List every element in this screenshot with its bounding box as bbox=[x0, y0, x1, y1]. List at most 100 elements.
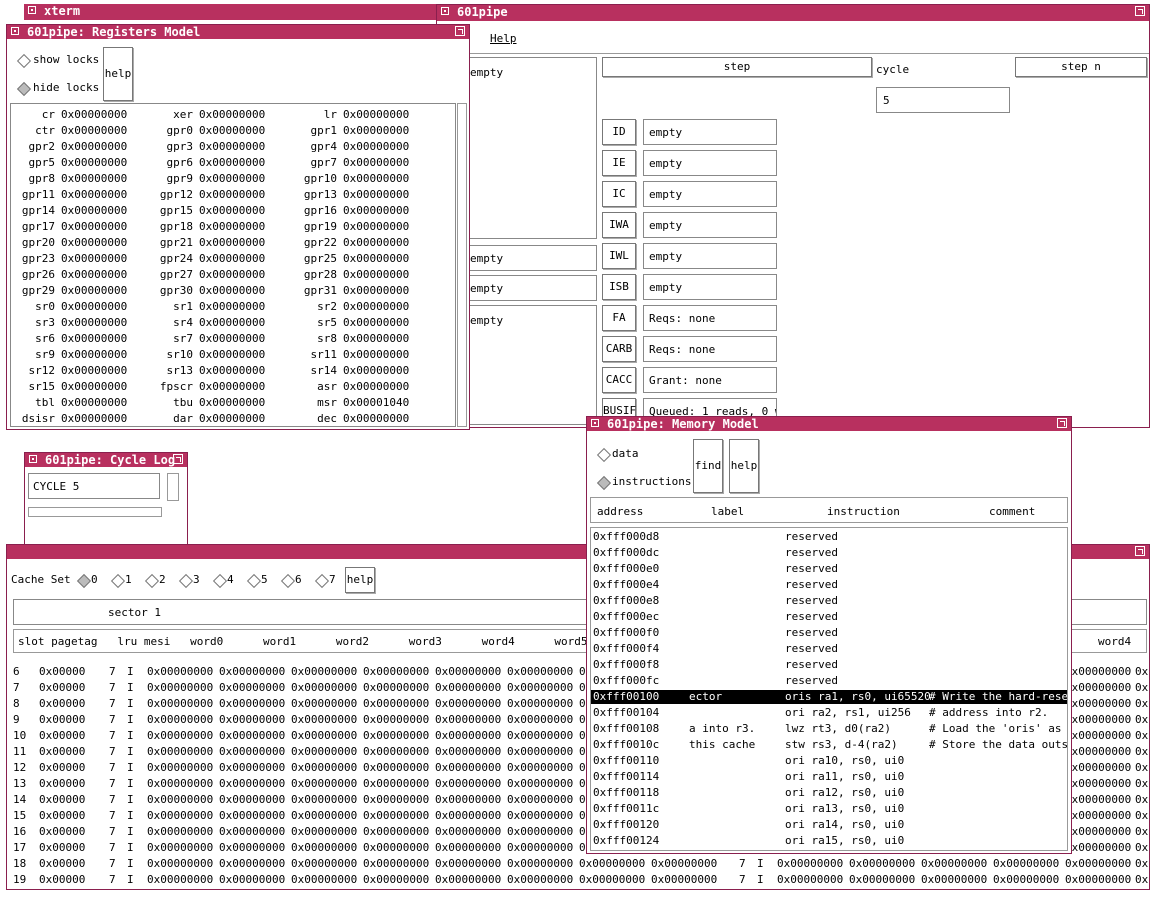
cache-set-6-radio[interactable] bbox=[280, 573, 296, 589]
cache-word: 0x00000000 bbox=[147, 857, 214, 870]
cyclelog-hscroll[interactable] bbox=[28, 507, 162, 517]
cache-word: 0x00000000 bbox=[363, 713, 430, 726]
memory-instruction: stw rs3, d-4(ra2) bbox=[785, 738, 898, 751]
xterm-title: xterm bbox=[44, 4, 81, 18]
cache-help-button[interactable]: help bbox=[345, 567, 375, 593]
maximize-icon[interactable] bbox=[173, 454, 183, 464]
maximize-icon[interactable] bbox=[1135, 6, 1145, 16]
main-window[interactable]: 601pipe Help empty empty empty empty ste… bbox=[436, 4, 1150, 428]
cache-set-3-radio[interactable] bbox=[178, 573, 194, 589]
cache-set-4-radio[interactable] bbox=[212, 573, 228, 589]
list-item[interactable]: 0xfff00118 ori ra12, rs0, ui0 bbox=[591, 786, 1067, 800]
memory-instruction: reserved bbox=[785, 562, 838, 575]
window-menu-icon[interactable] bbox=[29, 455, 37, 463]
list-item[interactable]: 0xfff000fc reserved bbox=[591, 674, 1067, 688]
stage-ie-button[interactable]: IE bbox=[602, 150, 636, 176]
stage-ic-button[interactable]: IC bbox=[602, 181, 636, 207]
cache-set-7-radio[interactable] bbox=[314, 573, 330, 589]
list-item[interactable]: 0xfff00108 a into r3. lwz rt3, d0(ra2) # Lo… bbox=[591, 722, 1068, 736]
cache-set-5-label: 5 bbox=[261, 573, 268, 586]
maximize-icon[interactable] bbox=[1057, 418, 1067, 428]
step-button[interactable]: step bbox=[602, 57, 872, 77]
cache-word: 0x00000000 bbox=[1135, 713, 1149, 726]
cache-set-2-radio[interactable] bbox=[144, 573, 160, 589]
memory-comment: # Load the 'oris' as da bbox=[929, 722, 1068, 735]
find-button[interactable]: find bbox=[693, 439, 723, 493]
cyclelog-vscroll[interactable] bbox=[167, 473, 179, 501]
list-item[interactable]: 0xfff00114 ori ra11, rs0, ui0 bbox=[591, 770, 1067, 784]
list-item[interactable]: 0xfff000ec reserved bbox=[591, 610, 1067, 624]
list-item[interactable]: 0xfff000dc reserved bbox=[591, 546, 1067, 560]
cache-word: 0x00000000 bbox=[435, 713, 502, 726]
cycle-field[interactable]: 5 bbox=[876, 87, 1010, 113]
cyclelog-titlebar[interactable]: 601pipe: Cycle Log bbox=[25, 453, 187, 467]
memory-instruction: ori ra10, rs0, ui0 bbox=[785, 754, 905, 767]
register-value: 0x00000000 bbox=[199, 108, 266, 121]
list-item[interactable]: 0xfff000f8 reserved bbox=[591, 658, 1067, 672]
register-value: 0x00000000 bbox=[343, 172, 410, 185]
memory-instruction: reserved bbox=[785, 642, 838, 655]
cache-set-0-radio[interactable] bbox=[76, 573, 92, 589]
data-radio[interactable] bbox=[596, 447, 612, 463]
stage-iwl-button[interactable]: IWL bbox=[602, 243, 636, 269]
list-item[interactable]: 0xfff0010c this cache stw rs3, d-4(ra2) # S… bbox=[591, 738, 1067, 752]
cache-word: 0x00000000 bbox=[147, 729, 214, 742]
cache-word: 0x00000000 bbox=[147, 697, 214, 710]
stage-isb-button[interactable]: ISB bbox=[602, 274, 636, 300]
list-item[interactable]: 0xfff00104 ori ra2, rs1, ui256 # address i… bbox=[591, 706, 1067, 720]
cyclelog-window[interactable]: 601pipe: Cycle Log CYCLE 5 bbox=[24, 452, 188, 556]
cache-word: 0x00000000 bbox=[507, 825, 574, 838]
memory-help-button[interactable]: help bbox=[729, 439, 759, 493]
register-value: 0x00000000 bbox=[343, 188, 410, 201]
cyclelog-text: CYCLE 5 bbox=[28, 473, 160, 499]
main-titlebar[interactable]: 601pipe bbox=[437, 5, 1149, 21]
list-item[interactable]: 0xfff00120 ori ra14, rs0, ui0 bbox=[591, 818, 1067, 832]
register-value: 0x00000000 bbox=[199, 124, 266, 137]
show-locks-radio[interactable] bbox=[16, 53, 32, 69]
list-item[interactable]: 0xfff000e8 reserved bbox=[591, 594, 1067, 608]
maximize-icon[interactable] bbox=[1135, 546, 1145, 556]
cache-slot: 8 bbox=[13, 697, 20, 710]
menu-help[interactable]: Help bbox=[490, 32, 517, 45]
registers-scrollbar[interactable] bbox=[457, 103, 467, 427]
list-item[interactable]: 0xfff000f4 reserved bbox=[591, 642, 1067, 656]
stage-iwa-button[interactable]: IWA bbox=[602, 212, 636, 238]
step-n-button[interactable]: step n bbox=[1015, 57, 1147, 77]
stage-id-button[interactable]: ID bbox=[602, 119, 636, 145]
register-value: 0x00001040 bbox=[343, 396, 410, 409]
stage-cacc-button[interactable]: CACC bbox=[602, 367, 636, 393]
hide-locks-radio[interactable] bbox=[16, 81, 32, 97]
xterm-window[interactable]: xterm bbox=[24, 4, 438, 22]
hide-locks-label: hide locks bbox=[33, 81, 100, 94]
registers-help-button[interactable]: help bbox=[103, 47, 133, 101]
list-item[interactable]: 0xfff00124 ori ra15, rs0, ui0 bbox=[591, 834, 1067, 848]
cache-set-1-radio[interactable] bbox=[110, 573, 126, 589]
memory-window[interactable]: 601pipe: Memory Model data instructions … bbox=[586, 416, 1072, 854]
xterm-titlebar[interactable]: xterm bbox=[24, 4, 438, 20]
list-item[interactable]: 0xfff000f0 reserved bbox=[591, 626, 1067, 640]
register-value: 0x00000000 bbox=[61, 316, 128, 329]
cache-pagetag: 0x00000 bbox=[39, 745, 86, 758]
window-menu-icon[interactable] bbox=[11, 27, 19, 35]
list-item[interactable]: 0xfff000e4 reserved bbox=[591, 578, 1067, 592]
stage-carb-button[interactable]: CARB bbox=[602, 336, 636, 362]
registers-titlebar[interactable]: 601pipe: Registers Model bbox=[7, 25, 469, 39]
registers-window[interactable]: 601pipe: Registers Model show locks hide… bbox=[6, 24, 470, 430]
list-item[interactable]: 0xfff00110 ori ra10, rs0, ui0 bbox=[591, 754, 1067, 768]
cache-word: 0x00000000 bbox=[921, 857, 988, 870]
window-menu-icon[interactable] bbox=[441, 7, 449, 15]
cache-mesi: I bbox=[127, 729, 134, 742]
cache-set-5-radio[interactable] bbox=[246, 573, 262, 589]
list-item[interactable]: 0xfff000e0 reserved bbox=[591, 562, 1067, 576]
instructions-radio[interactable] bbox=[596, 475, 612, 491]
cache-word: 0x00000000 bbox=[219, 729, 286, 742]
list-item[interactable]: 0xfff00100 ector oris ra1, rs0, ui65520 # W… bbox=[591, 690, 1067, 704]
stage-fa-button[interactable]: FA bbox=[602, 305, 636, 331]
maximize-icon[interactable] bbox=[455, 26, 465, 36]
memory-list: 0xfff000d8 reserved 0xfff000dc reserved 0xff… bbox=[590, 527, 1068, 851]
list-item[interactable]: 0xfff0011c ori ra13, rs0, ui0 bbox=[591, 802, 1067, 816]
memory-titlebar[interactable]: 601pipe: Memory Model bbox=[587, 417, 1071, 431]
window-menu-icon[interactable] bbox=[28, 6, 36, 14]
list-item[interactable]: 0xfff000d8 reserved bbox=[591, 530, 1067, 544]
window-menu-icon[interactable] bbox=[591, 419, 599, 427]
